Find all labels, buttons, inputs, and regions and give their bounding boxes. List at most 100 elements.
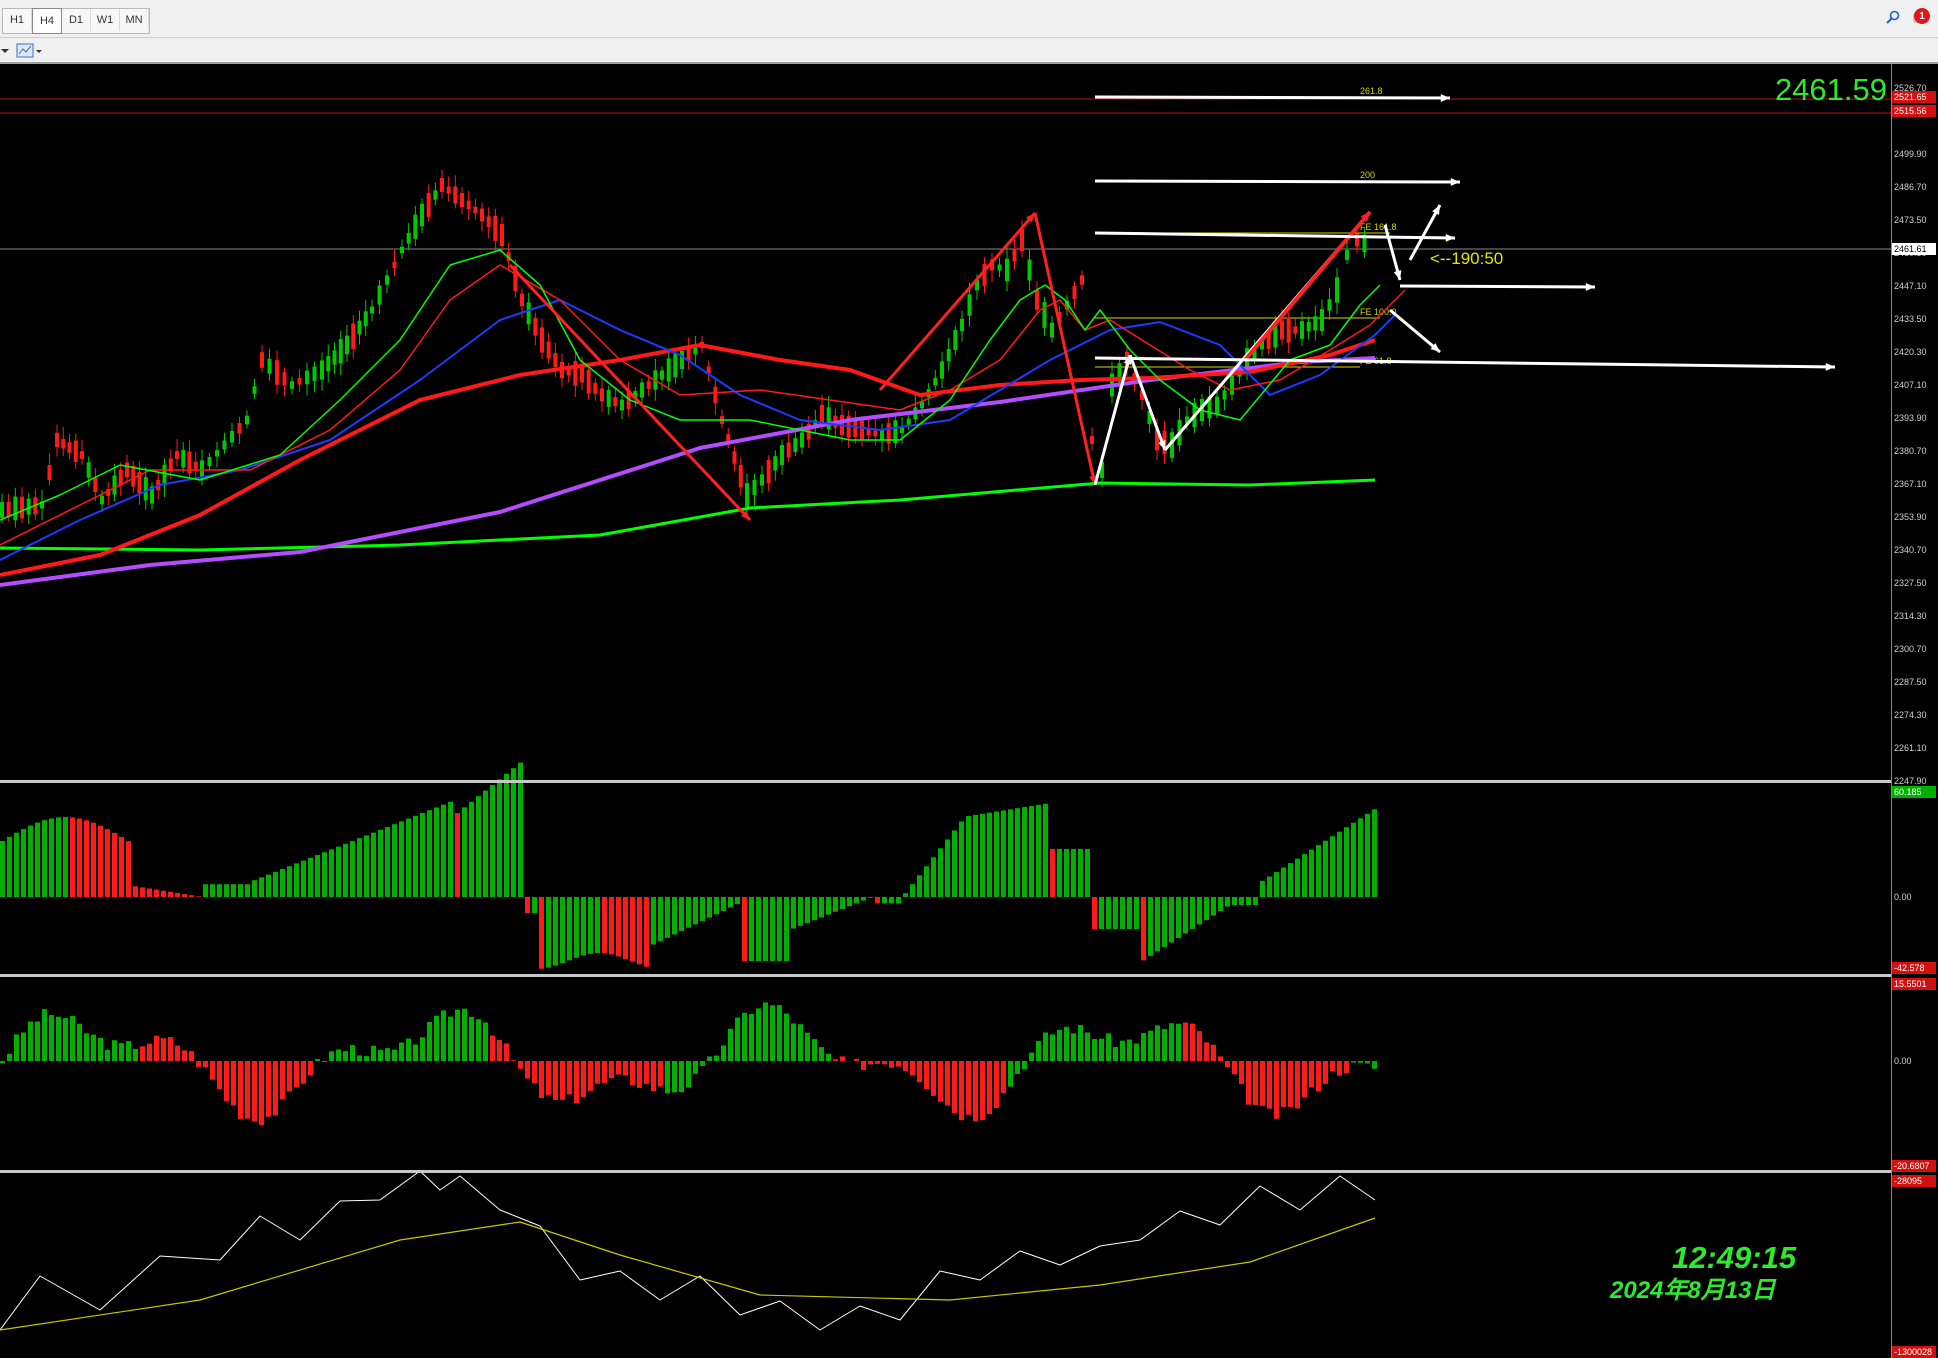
macd-bar [665,897,670,938]
macd-bar [252,880,257,897]
timeframe-mn-button[interactable]: MN [120,9,149,31]
candle [738,465,743,488]
candle [400,246,404,254]
macd-bar [315,855,320,897]
osc-bar [1316,1061,1321,1092]
candle [540,327,544,353]
candle [460,192,464,208]
osc-bar [560,1061,565,1100]
osc-bar [1057,1029,1062,1061]
zoom-dropdown[interactable] [0,41,10,61]
osc-bar [119,1043,124,1061]
macd-bar [462,807,467,897]
candle [493,215,498,241]
candle [252,386,257,394]
candle [1293,326,1298,334]
osc-bar [973,1061,978,1122]
macd-bar [343,843,348,897]
macd-bar [504,773,509,897]
panel-separator[interactable] [0,780,1891,783]
candle [673,352,678,378]
macd-bar [777,897,782,961]
macd-bar [119,837,124,897]
search-icon[interactable] [1886,10,1900,24]
osc-bar [1239,1061,1244,1084]
chart-template-dropdown[interactable] [16,41,42,61]
osc-bar [574,1061,579,1104]
macd-bar [133,886,138,897]
candle [800,432,804,448]
candle [933,377,938,386]
osc-bar [518,1061,523,1069]
macd-bar [1190,897,1195,929]
candle [960,318,964,332]
osc-bar [126,1041,131,1061]
macd-bar [392,824,397,897]
macd-bar [637,897,642,965]
osc-bar [980,1061,985,1121]
target-arrow [1094,231,1456,240]
timeframe-w1-button[interactable]: W1 [91,9,120,31]
osc-bar [826,1053,831,1061]
osc-bar [1309,1061,1314,1088]
osc-bar [147,1043,152,1061]
candle [946,348,951,362]
macd-bar [574,897,579,958]
macd-bar [917,875,922,897]
osc-bar [1134,1043,1139,1061]
candle [320,360,324,380]
candle [997,264,1002,271]
panel-separator[interactable] [0,1170,1891,1173]
candle [613,397,618,407]
candle [93,477,98,493]
macd-bar [546,897,551,968]
panel-separator[interactable] [0,974,1891,977]
macd-bar [1050,849,1055,897]
candle [1345,250,1349,260]
osc-bar [77,1023,82,1061]
macd-bar [7,836,12,897]
chevron-down-icon [1,49,9,53]
wave-arrow [1128,354,1167,451]
timeframe-h1-button[interactable]: H1 [3,9,32,31]
notification-badge[interactable]: 1 [1914,8,1930,24]
macd-bar [861,897,866,901]
macd-bar [651,897,656,945]
osc-bar [854,1058,859,1061]
macd-bar [1141,897,1146,961]
candle [207,456,212,467]
macd-bar [1260,881,1265,897]
timeframe-d1-button[interactable]: D1 [62,9,91,31]
osc-bar [987,1061,992,1115]
candle [1035,290,1039,310]
price-chart[interactable]: 261.8200FE 161.8FE 100.0FE 61.8<--190:50 [0,64,1891,1358]
osc-bar [350,1045,355,1061]
osc-bar [392,1049,397,1061]
candle [486,216,491,227]
candle [546,341,551,359]
osc-bar [896,1061,901,1067]
macd-bar [819,897,824,918]
candle [162,464,167,486]
osc-bar [742,1012,747,1061]
osc-bar [0,1061,5,1064]
osc-bar [504,1043,509,1061]
osc-bar [1232,1061,1237,1075]
osc-bar [434,1015,439,1061]
target-label: <--190:50 [1430,249,1503,268]
price-scale-label: 2340.70 [1894,545,1927,555]
macd-bar [588,897,593,954]
timeframe-h4-button[interactable]: H4 [32,8,62,34]
osc-bar [728,1028,733,1061]
osc-bar [455,1009,460,1061]
price-scale-label: 2327.50 [1894,578,1927,588]
macd-bar [280,869,285,897]
osc-bar [476,1019,481,1061]
candle [312,366,317,381]
osc-bar [1078,1025,1083,1061]
macd-bar [1316,845,1321,897]
osc-bar [7,1053,12,1061]
osc-bar [784,1013,789,1061]
macd-bar [581,897,586,956]
macd-bar [805,897,810,923]
